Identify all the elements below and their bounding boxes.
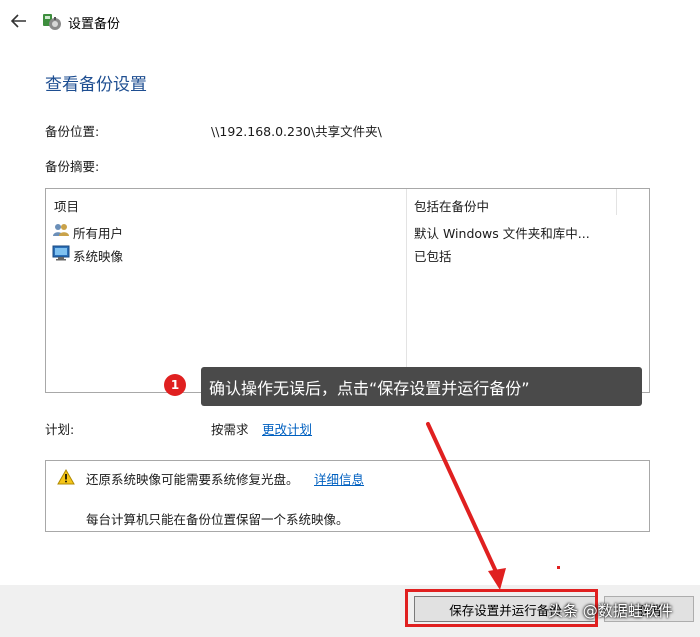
- annotation-callout: 确认操作无误后，点击“保存设置并运行备份”: [201, 367, 642, 406]
- step-number-badge: 1: [164, 374, 186, 396]
- annotation-arrow: [426, 422, 506, 590]
- annotation-dot: [557, 566, 560, 569]
- watermark: 头条 @数据蛙软件: [548, 602, 673, 620]
